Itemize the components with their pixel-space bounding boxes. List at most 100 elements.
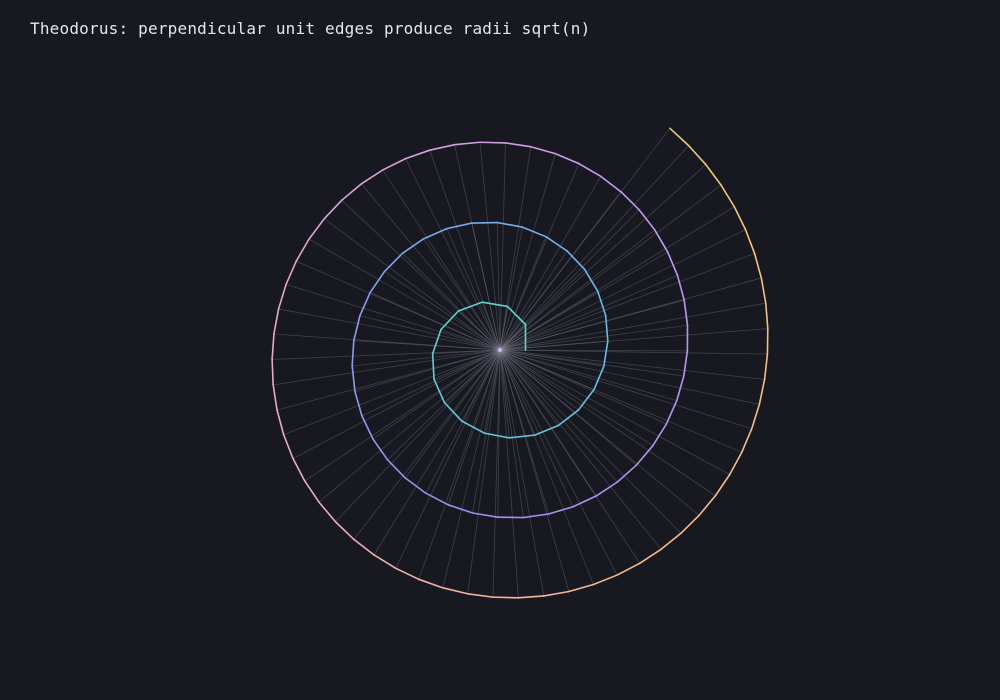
unit-edge bbox=[470, 221, 499, 224]
unit-edge bbox=[596, 290, 607, 317]
canvas: Theodorus: perpendicular unit edges prod… bbox=[0, 0, 1000, 700]
unit-edge bbox=[353, 538, 375, 556]
unit-edge bbox=[359, 291, 372, 317]
unit-edge bbox=[404, 477, 427, 495]
radius-spoke bbox=[496, 222, 501, 351]
unit-edge bbox=[638, 548, 662, 565]
unit-edge bbox=[273, 308, 280, 335]
unit-edge bbox=[386, 458, 407, 479]
unit-edge bbox=[583, 268, 599, 293]
radius-spoke bbox=[278, 308, 501, 351]
unit-edge bbox=[308, 217, 326, 240]
unit-edge bbox=[687, 144, 707, 166]
unit-edge bbox=[428, 143, 456, 151]
radius-spoke bbox=[387, 349, 501, 461]
unit-edge bbox=[714, 473, 731, 497]
unit-edge bbox=[354, 390, 363, 417]
unit-edge bbox=[334, 520, 355, 541]
unit-edge bbox=[720, 184, 736, 208]
unit-edge bbox=[418, 578, 444, 589]
unit-edge bbox=[604, 314, 609, 342]
unit-edge bbox=[292, 457, 306, 482]
radius-spoke bbox=[272, 349, 501, 360]
unit-edge bbox=[676, 274, 685, 301]
unit-edge bbox=[383, 252, 404, 273]
radius-spoke bbox=[499, 349, 662, 550]
unit-edge bbox=[764, 302, 769, 330]
unit-edge bbox=[360, 169, 384, 185]
unit-edge bbox=[431, 328, 442, 355]
theodorus-spiral-diagram bbox=[271, 127, 769, 599]
unit-edge bbox=[285, 260, 298, 286]
unit-edge bbox=[635, 444, 654, 466]
unit-edge bbox=[479, 141, 507, 144]
unit-edge bbox=[577, 162, 602, 178]
unit-edge bbox=[683, 299, 689, 327]
unit-edge bbox=[741, 427, 753, 454]
unit-edge bbox=[529, 145, 557, 155]
unit-edge bbox=[733, 205, 747, 231]
radius-spoke bbox=[499, 349, 641, 564]
unit-edge bbox=[351, 339, 355, 367]
radius-spoke bbox=[499, 349, 760, 405]
unit-edge bbox=[669, 127, 690, 147]
unit-edge bbox=[323, 199, 343, 220]
unit-edge bbox=[753, 252, 763, 279]
unit-edge bbox=[592, 574, 618, 586]
unit-edge bbox=[404, 149, 431, 160]
unit-edge bbox=[422, 227, 448, 240]
unit-edge bbox=[351, 365, 356, 393]
unit-edge bbox=[481, 301, 509, 308]
unit-edge bbox=[665, 399, 678, 425]
unit-edge bbox=[660, 532, 682, 551]
unit-edge bbox=[282, 433, 294, 460]
unit-edge bbox=[276, 409, 285, 436]
unit-edge bbox=[682, 350, 689, 377]
unit-edge bbox=[471, 512, 499, 519]
radius-spoke bbox=[361, 349, 501, 417]
unit-edge bbox=[492, 596, 520, 599]
unit-edge bbox=[760, 277, 767, 304]
radius-spoke bbox=[499, 349, 730, 475]
unit-edge bbox=[653, 229, 669, 253]
unit-edge bbox=[545, 235, 568, 252]
unit-edge bbox=[763, 353, 769, 381]
unit-edge bbox=[381, 157, 407, 171]
radius-spoke bbox=[499, 349, 742, 453]
unit-edge bbox=[758, 378, 766, 406]
radius-spoke bbox=[499, 349, 677, 402]
radius-spoke bbox=[499, 206, 735, 351]
radius-spoke bbox=[499, 253, 755, 351]
radius-spoke bbox=[499, 128, 671, 351]
unit-edge bbox=[566, 250, 586, 271]
radius-spoke bbox=[499, 349, 716, 497]
unit-edge bbox=[318, 501, 337, 523]
unit-edge bbox=[616, 464, 638, 483]
radius-spoke bbox=[499, 349, 752, 430]
radius-spoke bbox=[304, 349, 501, 482]
unit-edge bbox=[543, 590, 570, 597]
unit-edge bbox=[680, 514, 700, 535]
unit-edge bbox=[652, 423, 668, 447]
unit-edge bbox=[372, 438, 389, 461]
unit-edge bbox=[453, 141, 481, 146]
radius-spoke bbox=[499, 349, 684, 377]
radius-spoke bbox=[499, 229, 746, 351]
unit-edge bbox=[341, 183, 363, 201]
unit-edge bbox=[446, 222, 473, 230]
unit-edge bbox=[272, 384, 278, 411]
unit-edge bbox=[433, 378, 446, 404]
unit-edge bbox=[547, 505, 574, 515]
radius-spoke bbox=[429, 150, 501, 351]
spiral-center bbox=[498, 348, 502, 352]
unit-edge bbox=[295, 238, 310, 262]
unit-edge bbox=[554, 152, 580, 165]
unit-edge bbox=[750, 403, 761, 430]
radius-spoke bbox=[285, 284, 501, 351]
radius-spoke bbox=[324, 218, 501, 351]
radius-spoke bbox=[352, 349, 501, 367]
radius-spokes bbox=[272, 128, 768, 598]
unit-edge bbox=[517, 595, 545, 599]
radius-spoke bbox=[499, 349, 545, 597]
unit-edge bbox=[271, 358, 274, 386]
